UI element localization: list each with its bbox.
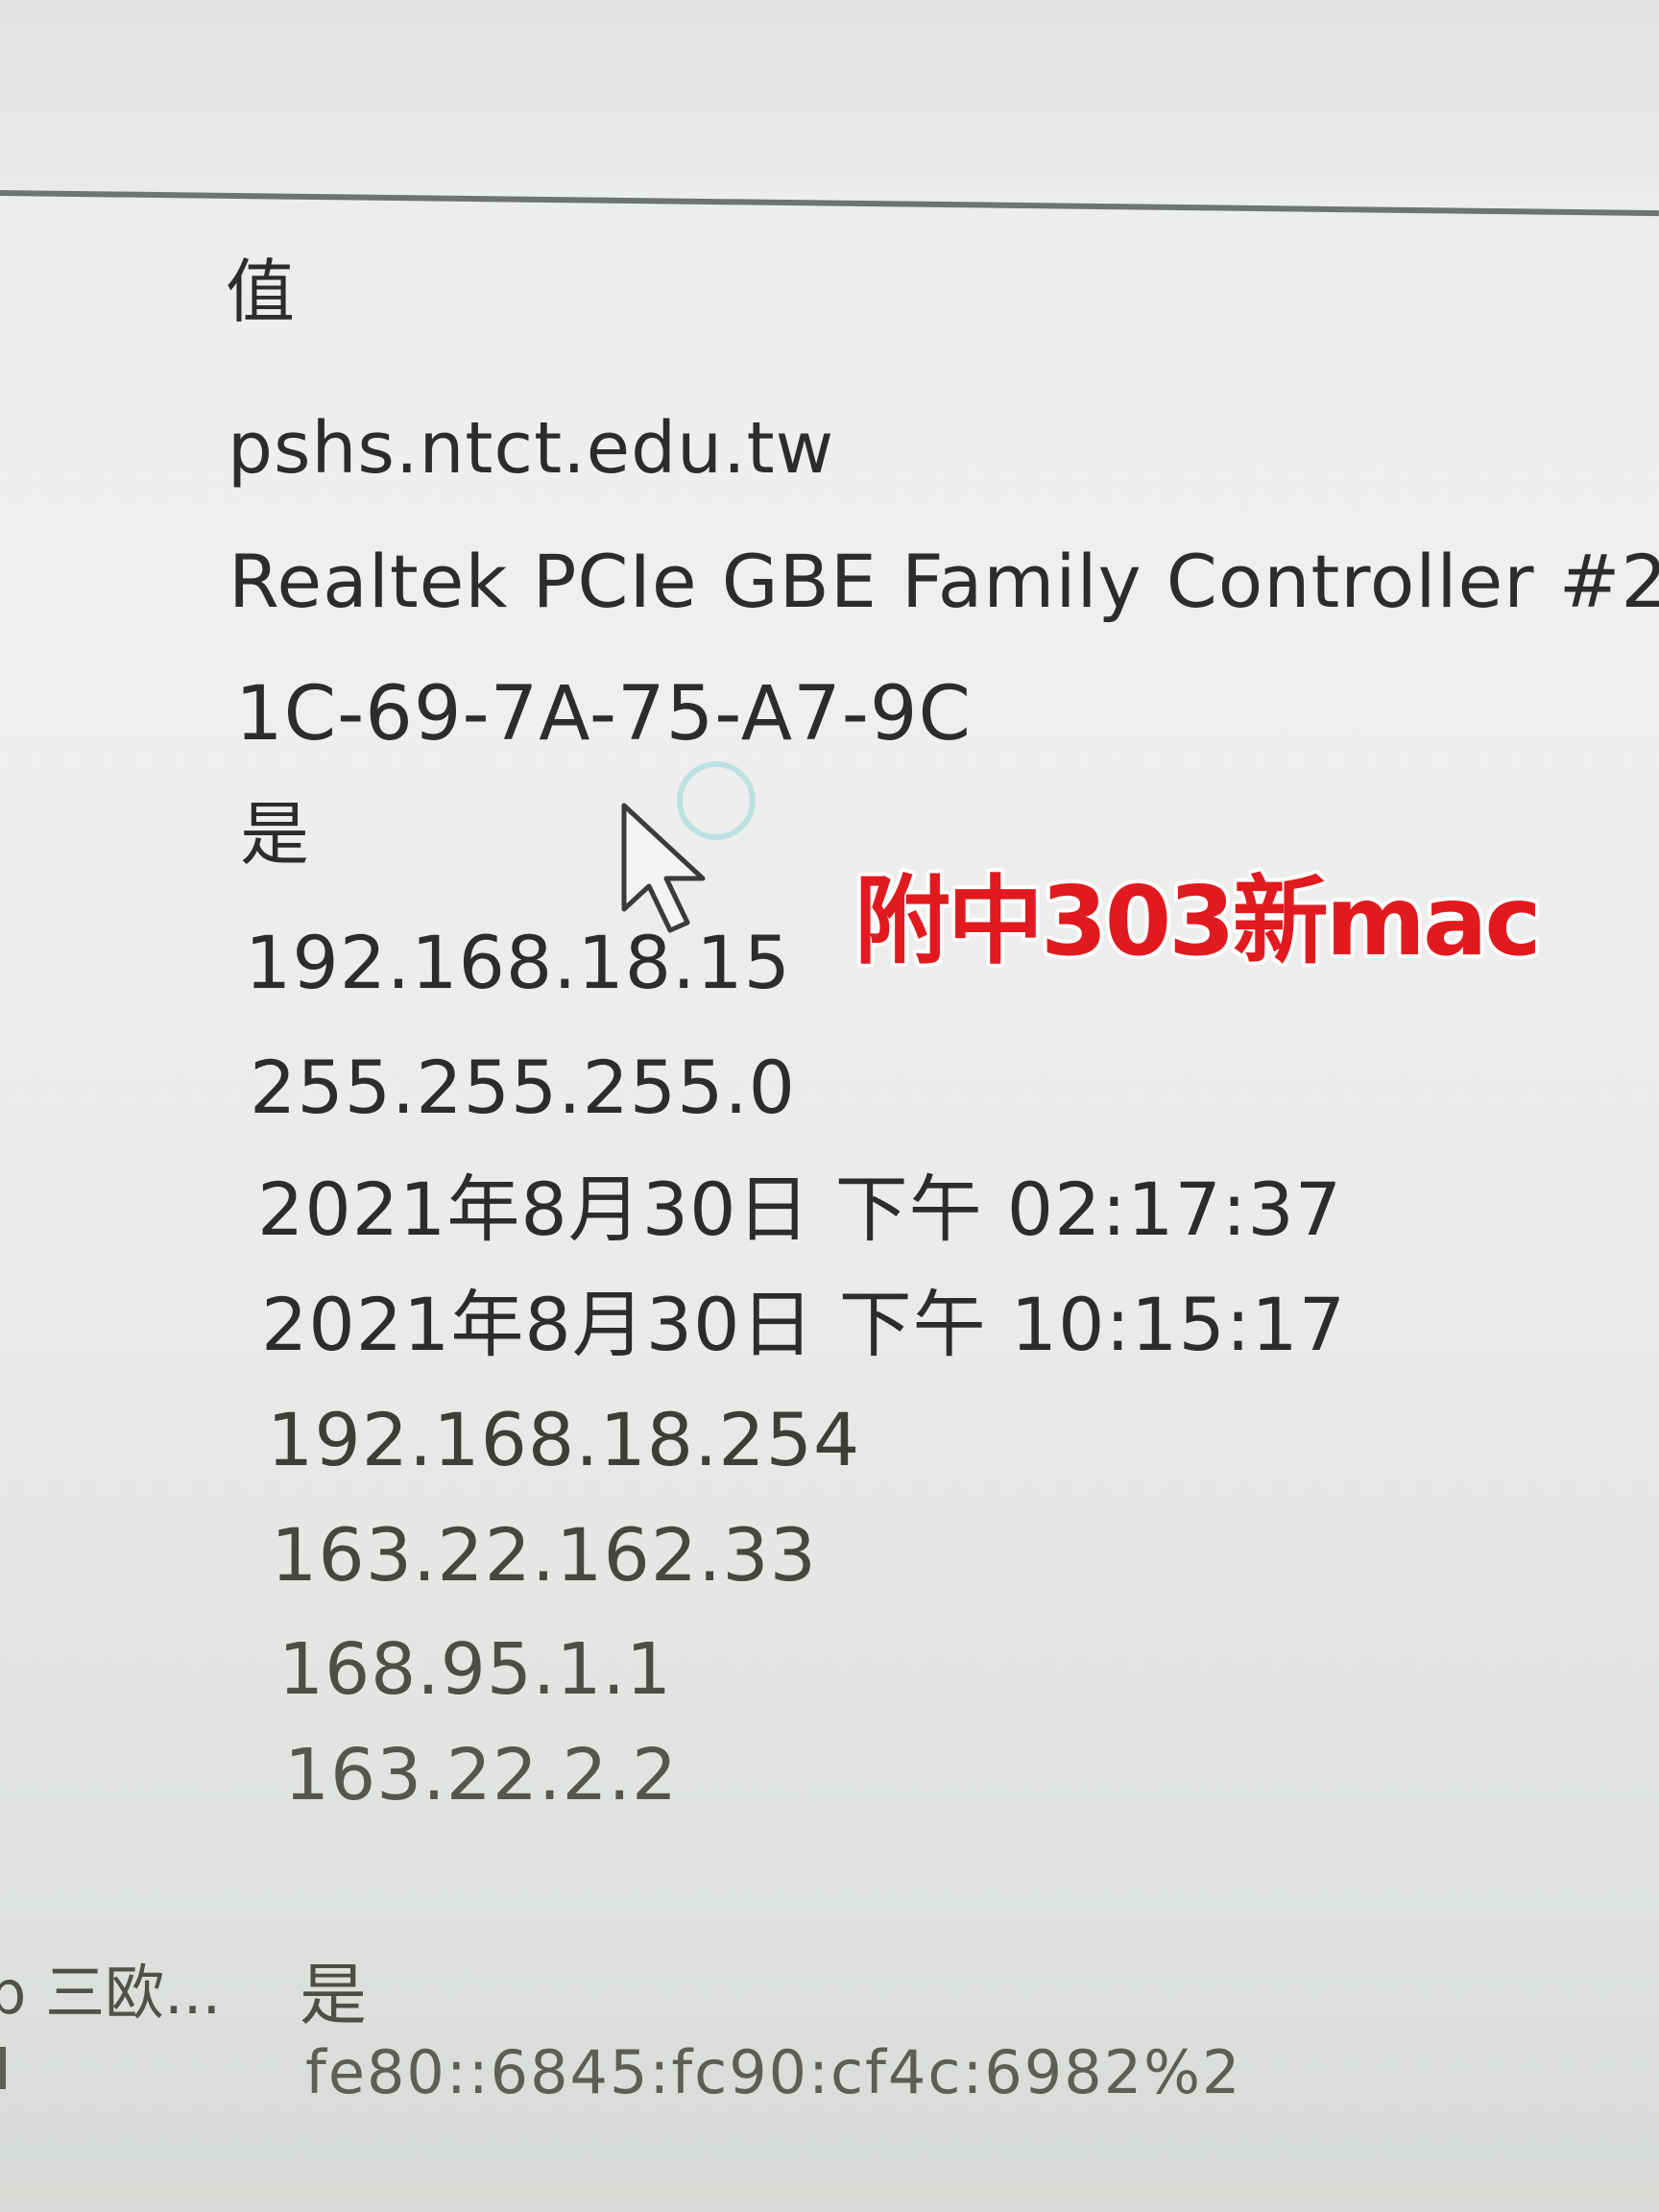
subnet-mask-value[interactable]: 255.255.255.0 (250, 1051, 796, 1124)
dhcp-server-value[interactable]: 163.22.162.33 (271, 1519, 817, 1592)
netbios-property-label[interactable]: p 三欧... (0, 1944, 221, 2031)
truncated-label-edge (0, 2047, 6, 2089)
connection-dns-suffix-value[interactable]: pshs.ntct.edu.tw (228, 413, 834, 484)
window-top-area (0, 0, 1659, 192)
handwritten-red-annotation: 附中303新mac (854, 865, 1542, 977)
value-column-header[interactable]: 值 (226, 257, 296, 326)
physical-address-value[interactable]: 1C-69-7A-75-A7-9C (235, 677, 972, 752)
netbios-property-value[interactable]: 是 (300, 1941, 367, 2038)
column-header-divider (0, 190, 1659, 217)
ipv4-address-value[interactable]: 192.168.18.15 (245, 926, 791, 999)
dns-server-secondary-value[interactable]: 163.22.2.2 (284, 1740, 678, 1811)
dns-server-primary-value[interactable]: 168.95.1.1 (278, 1634, 672, 1705)
adapter-description-value[interactable]: Realtek PCIe GBE Family Controller #2 (228, 545, 1659, 618)
mouse-pointer-icon (621, 803, 706, 933)
lease-expires-value[interactable]: 2021年8月30日 下午 10:15:17 (261, 1288, 1346, 1361)
lease-obtained-value[interactable]: 2021年8月30日 下午 02:17:37 (257, 1173, 1342, 1246)
link-local-ipv6-value[interactable]: fe80::6845:fc90:cf4c:6982%2 (305, 2037, 1242, 2107)
default-gateway-value[interactable]: 192.168.18.254 (267, 1404, 860, 1477)
dhcp-enabled-value[interactable]: 是 (240, 800, 310, 869)
